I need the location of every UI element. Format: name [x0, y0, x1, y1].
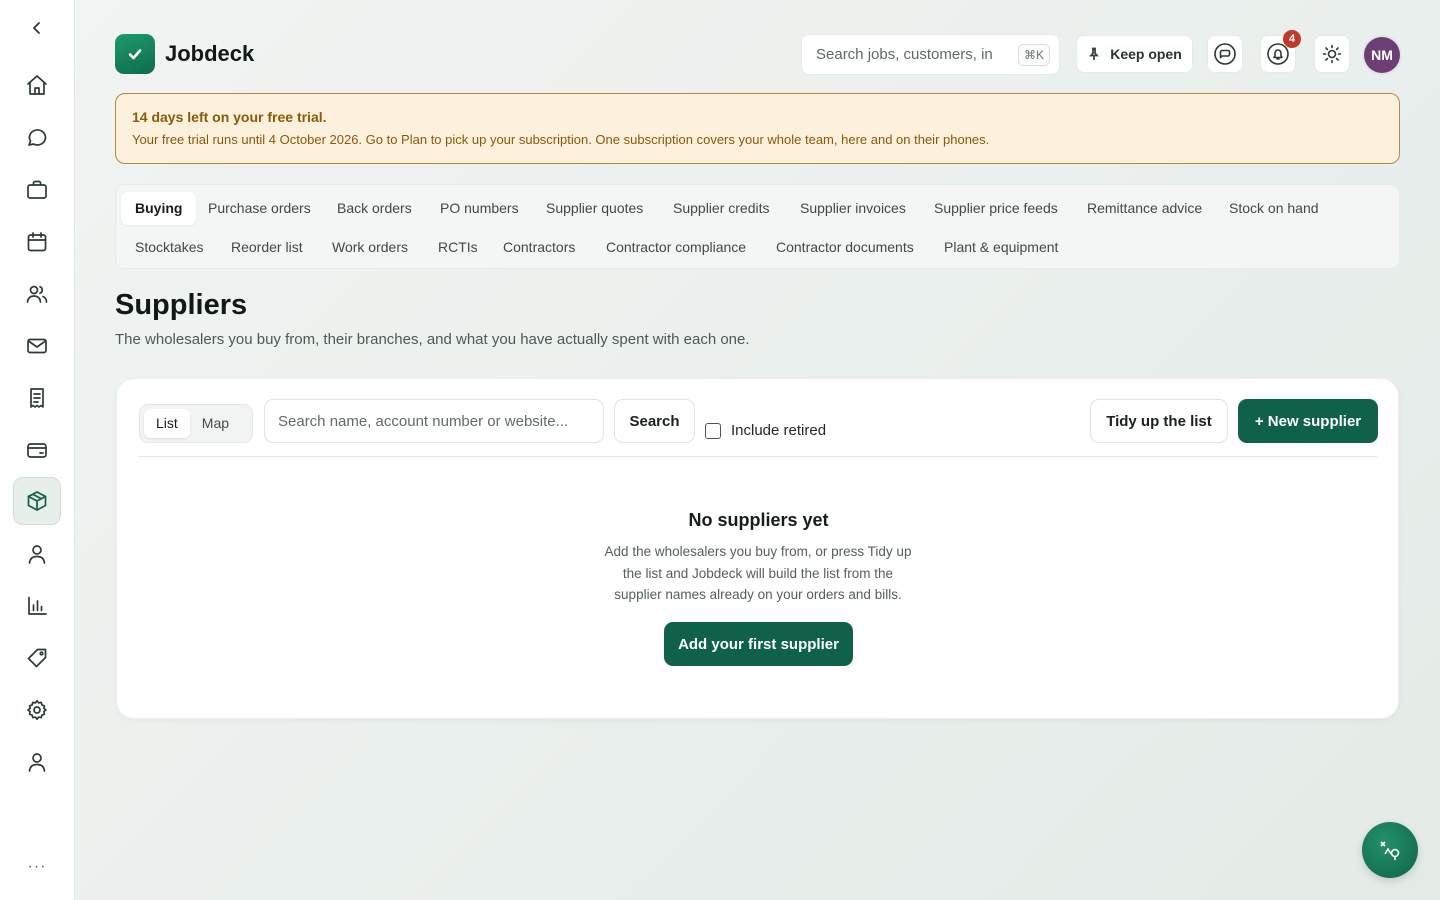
tab-reorder-list[interactable]: Reorder list	[217, 231, 317, 264]
receipt-icon	[30, 388, 44, 408]
sidebar-item-pricing[interactable]	[13, 634, 61, 682]
home-icon	[27, 75, 47, 95]
keep-open-label: Keep open	[1110, 46, 1182, 62]
wallet-icon	[27, 443, 47, 458]
tab-contractor-compliance[interactable]: Contractor compliance	[592, 231, 760, 264]
tab-back-orders[interactable]: Back orders	[323, 192, 426, 225]
include-retired-label: Include retired	[731, 422, 827, 439]
sidebar-item-staff[interactable]	[13, 530, 61, 578]
logo-check-icon	[115, 34, 155, 74]
tab-supplier-price-feeds[interactable]: Supplier price feeds	[920, 192, 1072, 225]
tab-purchase-orders[interactable]: Purchase orders	[194, 192, 325, 225]
person-icon	[28, 545, 46, 564]
collapse-sidebar-icon[interactable]	[26, 17, 48, 39]
briefcase-icon	[27, 180, 47, 199]
empty-state-text: Add the wholesalers you buy from, or pre…	[604, 544, 912, 602]
assistant-button[interactable]	[1362, 822, 1418, 878]
keep-open-button[interactable]: Keep open	[1076, 35, 1193, 73]
sidebar-item-calendar[interactable]	[13, 218, 61, 266]
chat-bubble-icon	[1214, 43, 1236, 65]
chat-icon	[28, 129, 47, 146]
new-supplier-button[interactable]: + New supplier	[1238, 399, 1378, 443]
tab-remittance-advice[interactable]: Remittance advice	[1073, 192, 1216, 225]
box-icon	[27, 491, 47, 511]
pin-icon	[1089, 47, 1100, 60]
calendar-icon	[27, 232, 47, 252]
sidebar-item-mail[interactable]	[13, 322, 61, 370]
tab-supplier-credits[interactable]: Supplier credits	[659, 192, 784, 225]
page-subtitle: The wholesalers you buy from, their bran…	[115, 331, 750, 348]
trial-text: Your free trial runs until 4 October 202…	[132, 132, 990, 147]
messages-button[interactable]	[1207, 35, 1243, 73]
page-title: Suppliers	[115, 289, 248, 321]
search-button[interactable]: Search	[614, 399, 695, 443]
empty-state-title: No suppliers yet	[688, 510, 829, 530]
supplier-search-input[interactable]	[264, 399, 604, 443]
sidebar-item-buying[interactable]	[13, 477, 61, 525]
chart-icon	[28, 596, 47, 615]
trial-banner: 14 days left on your free trial. Your fr…	[115, 93, 1400, 164]
sun-icon	[1322, 44, 1342, 64]
gear-icon	[27, 699, 47, 721]
brand[interactable]: Jobdeck	[115, 34, 254, 74]
theme-toggle-button[interactable]	[1314, 35, 1350, 73]
sidebar-item-customers[interactable]	[13, 270, 61, 318]
sidebar-item-jobs[interactable]	[13, 166, 61, 214]
assistant-icon	[1380, 841, 1400, 860]
global-search[interactable]: ⌘K	[801, 34, 1060, 75]
sidebar-item-payments[interactable]	[13, 426, 61, 474]
shortcut-hint: ⌘K	[1017, 44, 1050, 66]
include-retired-checkbox[interactable]	[705, 422, 721, 439]
view-toggle: List Map	[139, 404, 253, 443]
sidebar-item-account[interactable]	[13, 738, 61, 786]
notifications-button[interactable]: 4	[1260, 30, 1301, 73]
tab-buying[interactable]: Buying	[121, 192, 197, 225]
notification-badge: 4	[1283, 30, 1301, 48]
more-icon[interactable]: ···	[24, 858, 50, 876]
sidebar-item-messages[interactable]	[13, 114, 61, 162]
tab-contractors[interactable]: Contractors	[489, 231, 589, 264]
sidebar-item-reports[interactable]	[13, 582, 61, 630]
tab-work-orders[interactable]: Work orders	[318, 231, 422, 264]
tab-po-numbers[interactable]: PO numbers	[426, 192, 533, 225]
account-icon	[28, 753, 46, 772]
tidy-up-button[interactable]: Tidy up the list	[1090, 399, 1228, 443]
sidebar-item-invoices[interactable]	[13, 374, 61, 422]
avatar[interactable]: NM	[1364, 37, 1400, 73]
tab-stocktakes[interactable]: Stocktakes	[121, 231, 217, 264]
view-map-button[interactable]: Map	[190, 409, 241, 438]
mail-icon	[27, 338, 47, 354]
global-search-input[interactable]	[816, 46, 992, 63]
trial-title: 14 days left on your free trial.	[132, 109, 327, 125]
tab-supplier-quotes[interactable]: Supplier quotes	[532, 192, 657, 225]
tab-supplier-invoices[interactable]: Supplier invoices	[786, 192, 920, 225]
suppliers-card: List Map Search Include retired Tidy up …	[116, 378, 1399, 719]
sidebar: ···	[0, 0, 75, 900]
divider	[139, 456, 1378, 457]
view-list-button[interactable]: List	[144, 409, 190, 438]
tab-plant-equipment[interactable]: Plant & equipment	[930, 231, 1072, 264]
tab-rctis[interactable]: RCTIs	[424, 231, 492, 264]
sidebar-item-settings[interactable]	[13, 686, 61, 734]
tab-stock-on-hand[interactable]: Stock on hand	[1215, 192, 1333, 225]
tag-icon	[27, 648, 47, 668]
users-icon	[26, 285, 48, 303]
buying-tabs: Buying Purchase orders Back orders PO nu…	[115, 184, 1400, 269]
app-name: Jobdeck	[165, 41, 255, 66]
tab-contractor-documents[interactable]: Contractor documents	[762, 231, 928, 264]
add-first-supplier-button[interactable]: Add your first supplier	[664, 622, 853, 666]
sidebar-item-home[interactable]	[13, 61, 61, 109]
include-retired-toggle[interactable]: Include retired	[705, 422, 826, 439]
